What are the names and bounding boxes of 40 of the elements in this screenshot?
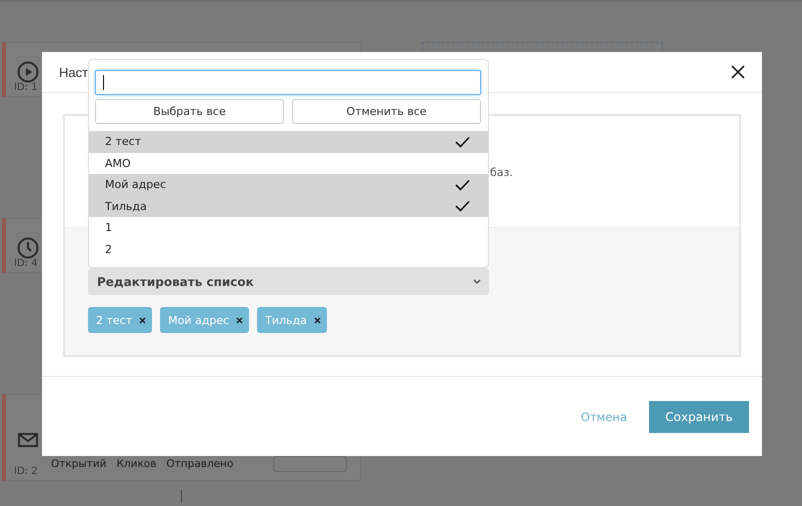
menu-button[interactable]: Выбрать все	[95, 99, 284, 124]
check-icon	[455, 178, 470, 191]
option-item[interactable]: 2 тест	[89, 131, 488, 152]
close-icon	[730, 64, 746, 80]
option-label: АМО	[105, 156, 131, 170]
remove-button[interactable]	[314, 316, 321, 324]
option-item[interactable]: АМО	[89, 152, 488, 174]
option-item[interactable]: Тильда	[89, 196, 488, 217]
close-icon	[139, 316, 146, 324]
option-label: 2 тест	[105, 135, 142, 148]
remove-button[interactable]	[236, 316, 244, 324]
text-cursor	[103, 75, 104, 90]
check-icon	[455, 200, 470, 212]
stats-labels: Открытий Кликов Отправлено	[51, 458, 234, 470]
option-item[interactable]: Мой адрес	[89, 174, 488, 196]
option-label: 2	[105, 242, 112, 256]
option-label: 1	[105, 221, 112, 234]
tag-label: 2 тест	[96, 314, 132, 326]
option-label: Тильда	[105, 200, 147, 213]
close-icon	[236, 316, 244, 324]
list-select[interactable]: Редактировать список	[88, 268, 489, 295]
dialog-title: Наст	[59, 64, 88, 80]
description-text: баз.	[490, 166, 514, 179]
select-label: Редактировать список	[97, 274, 254, 288]
option-label: Мой адрес	[105, 178, 166, 192]
play-circle-icon	[17, 61, 39, 83]
tag-label: Мой адрес	[168, 314, 230, 326]
menu-button[interactable]: Отменить все	[292, 99, 481, 124]
id-label: ID: 1	[14, 82, 38, 93]
close-icon	[314, 316, 321, 324]
option-item[interactable]: 2	[89, 238, 488, 260]
chevron-icon	[473, 278, 481, 284]
id-label: ID: 4	[14, 258, 38, 269]
option-item[interactable]: 1	[89, 217, 488, 238]
remove-button[interactable]	[139, 316, 146, 324]
search-field[interactable]	[95, 70, 481, 95]
tag-label: Тильда	[265, 314, 307, 326]
id-label: ID: 2	[14, 466, 38, 477]
check-icon	[455, 136, 470, 148]
clock-icon	[17, 237, 39, 259]
